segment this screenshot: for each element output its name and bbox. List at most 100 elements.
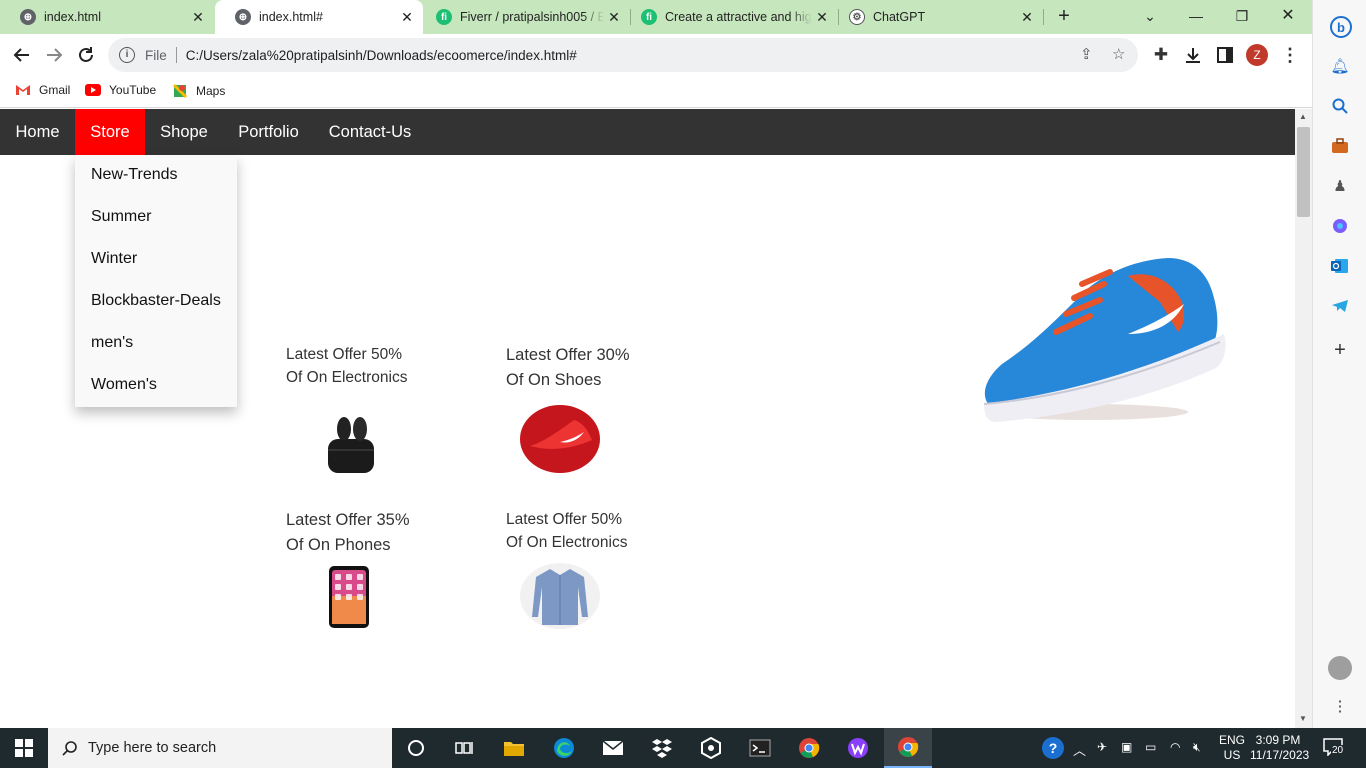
profile-avatar[interactable]: Z — [1246, 44, 1268, 66]
notification-center-icon[interactable]: 20 — [1323, 738, 1349, 758]
display-icon[interactable]: ▣ — [1121, 740, 1132, 754]
shopping-icon[interactable] — [1330, 136, 1350, 156]
mail-icon[interactable] — [601, 736, 625, 760]
file-explorer-icon[interactable] — [502, 736, 526, 760]
nav-shope[interactable]: Shope — [145, 109, 223, 155]
dropbox-icon[interactable] — [650, 736, 674, 760]
earbuds-image[interactable] — [322, 409, 380, 479]
nav-store[interactable]: Store — [75, 109, 145, 155]
tab-create-attractive[interactable]: fi Create a attractive and hig ✕ — [631, 0, 838, 34]
bookmark-gmail[interactable]: Gmail — [15, 83, 70, 97]
telegram-icon[interactable] — [1330, 296, 1350, 316]
forward-icon[interactable] — [41, 42, 67, 68]
dropdown-mens[interactable]: men's — [75, 323, 237, 365]
nav-portfolio[interactable]: Portfolio — [223, 109, 314, 155]
dropdown-womens[interactable]: Women's — [75, 365, 237, 407]
scrollbar-thumb[interactable] — [1297, 127, 1310, 217]
hexagon-app-icon[interactable] — [699, 736, 723, 760]
back-icon[interactable] — [9, 42, 35, 68]
dropdown-summer[interactable]: Summer — [75, 197, 237, 239]
windows-start-icon[interactable] — [12, 736, 36, 760]
offer-subtitle: Of On Shoes — [506, 371, 602, 389]
language-indicator[interactable]: ENG US — [1219, 733, 1245, 763]
close-icon[interactable]: ✕ — [604, 9, 624, 26]
battery-icon[interactable]: ▭ — [1145, 740, 1156, 754]
games-icon[interactable]: ♟ — [1330, 176, 1350, 196]
tab-index-html-hash[interactable]: ⊕ index.html# ✕ — [215, 0, 423, 34]
notification-count: 20 — [1331, 745, 1345, 756]
add-icon[interactable]: + — [1330, 339, 1350, 361]
minimize-icon[interactable]: — — [1182, 4, 1210, 28]
close-icon[interactable]: ✕ — [188, 9, 208, 26]
tab-fiverr[interactable]: fi Fiverr / pratipalsinh005 / E ✕ — [424, 0, 630, 34]
side-panel-icon[interactable] — [1212, 42, 1238, 68]
youtube-icon — [85, 84, 101, 96]
tab-search-icon[interactable]: ⌄ — [1136, 4, 1164, 28]
search-icon[interactable] — [1330, 96, 1350, 116]
close-icon[interactable]: ✕ — [1017, 9, 1037, 26]
dropdown-new-trends[interactable]: New-Trends — [75, 155, 237, 197]
sidebar-settings-icon[interactable]: ⋮ — [1330, 696, 1350, 716]
offer-subtitle: Of On Phones — [286, 536, 391, 554]
bookmark-star-icon[interactable]: ☆ — [1112, 45, 1125, 63]
offer-subtitle: Of On Electronics — [506, 534, 628, 551]
tab-strip: ⊕ index.html ✕ ⊕ index.html# ✕ fi Fiverr… — [0, 0, 1312, 34]
taskbar-search[interactable]: Type here to search — [48, 728, 392, 768]
help-icon[interactable]: ? — [1042, 737, 1064, 759]
edge-sidebar: b 🔔︎ ♟ + ⋮ — [1312, 0, 1366, 728]
info-icon[interactable]: i — [119, 47, 135, 63]
clock[interactable]: 3:09 PM 11/17/2023 — [1250, 733, 1309, 763]
speaker-muted-icon[interactable]: 🔇︎ — [1193, 740, 1201, 755]
nav-home[interactable]: Home — [0, 109, 75, 155]
offer-title: Latest Offer 35% — [286, 511, 410, 529]
blue-sneaker-image[interactable] — [978, 254, 1228, 429]
reload-icon[interactable] — [73, 42, 99, 68]
cortana-icon[interactable] — [404, 736, 428, 760]
copilot-icon[interactable] — [1330, 216, 1350, 236]
fiverr-icon: fi — [641, 9, 657, 25]
phone-image[interactable] — [328, 566, 370, 628]
fiverr-icon: fi — [436, 9, 452, 25]
offer-text: Latest Offer 50% Of On Electronics — [286, 343, 407, 389]
offer-text: Latest Offer 50% Of On Electronics — [506, 508, 627, 554]
bell-icon[interactable]: 🔔︎ — [1330, 56, 1350, 76]
profile-icon[interactable] — [1328, 656, 1352, 680]
bookmark-youtube[interactable]: YouTube — [85, 83, 156, 97]
url-text[interactable]: C:/Users/zala%20pratipalsinh/Downloads/e… — [186, 48, 577, 63]
outlook-icon[interactable] — [1330, 256, 1350, 276]
red-shoe-image[interactable] — [520, 404, 600, 474]
task-view-icon[interactable] — [452, 736, 476, 760]
wifi-icon[interactable]: ◠ — [1170, 740, 1180, 754]
edge-icon[interactable] — [552, 736, 576, 760]
new-tab-button[interactable]: + — [1052, 5, 1076, 29]
network-disconnected-icon[interactable]: ✈︎ — [1097, 740, 1107, 754]
region-label: US — [1223, 748, 1241, 762]
download-icon[interactable] — [1180, 42, 1206, 68]
bookmark-maps[interactable]: Maps — [172, 83, 225, 99]
tab-index-html[interactable]: ⊕ index.html ✕ — [0, 0, 214, 34]
vector-app-icon[interactable] — [846, 736, 870, 760]
address-bar[interactable]: i File C:/Users/zala%20pratipalsinh/Down… — [108, 38, 1138, 72]
scheme-label: File — [145, 47, 167, 63]
nav-contact-us[interactable]: Contact-Us — [314, 109, 426, 155]
bookmark-label: Maps — [196, 84, 226, 98]
tab-chatgpt[interactable]: ⚙ ChatGPT ✕ — [839, 0, 1043, 34]
window-close-icon[interactable]: ✕ — [1274, 4, 1302, 28]
extensions-icon[interactable]: ✚ — [1148, 42, 1174, 68]
close-icon[interactable]: ✕ — [397, 9, 417, 26]
close-icon[interactable]: ✕ — [812, 9, 832, 26]
page-scrollbar[interactable]: ▲ ▼ — [1295, 109, 1312, 728]
restore-icon[interactable]: ❐ — [1228, 4, 1256, 28]
chrome-icon[interactable] — [797, 736, 821, 760]
dropdown-winter[interactable]: Winter — [75, 239, 237, 281]
chevron-up-icon[interactable]: ︿ — [1073, 740, 1086, 759]
chrome-profile-icon[interactable] — [884, 728, 932, 768]
shirt-image[interactable] — [520, 563, 600, 629]
terminal-icon[interactable] — [748, 736, 772, 760]
more-menu-icon[interactable]: ⋮ — [1277, 42, 1303, 68]
globe-icon: ⊕ — [20, 9, 36, 25]
bing-icon[interactable]: b — [1330, 16, 1352, 38]
dropdown-blockbaster-deals[interactable]: Blockbaster-Deals — [75, 281, 237, 323]
offer-text: Latest Offer 35% Of On Phones — [286, 508, 410, 558]
share-icon[interactable]: ⇪ — [1080, 45, 1093, 63]
